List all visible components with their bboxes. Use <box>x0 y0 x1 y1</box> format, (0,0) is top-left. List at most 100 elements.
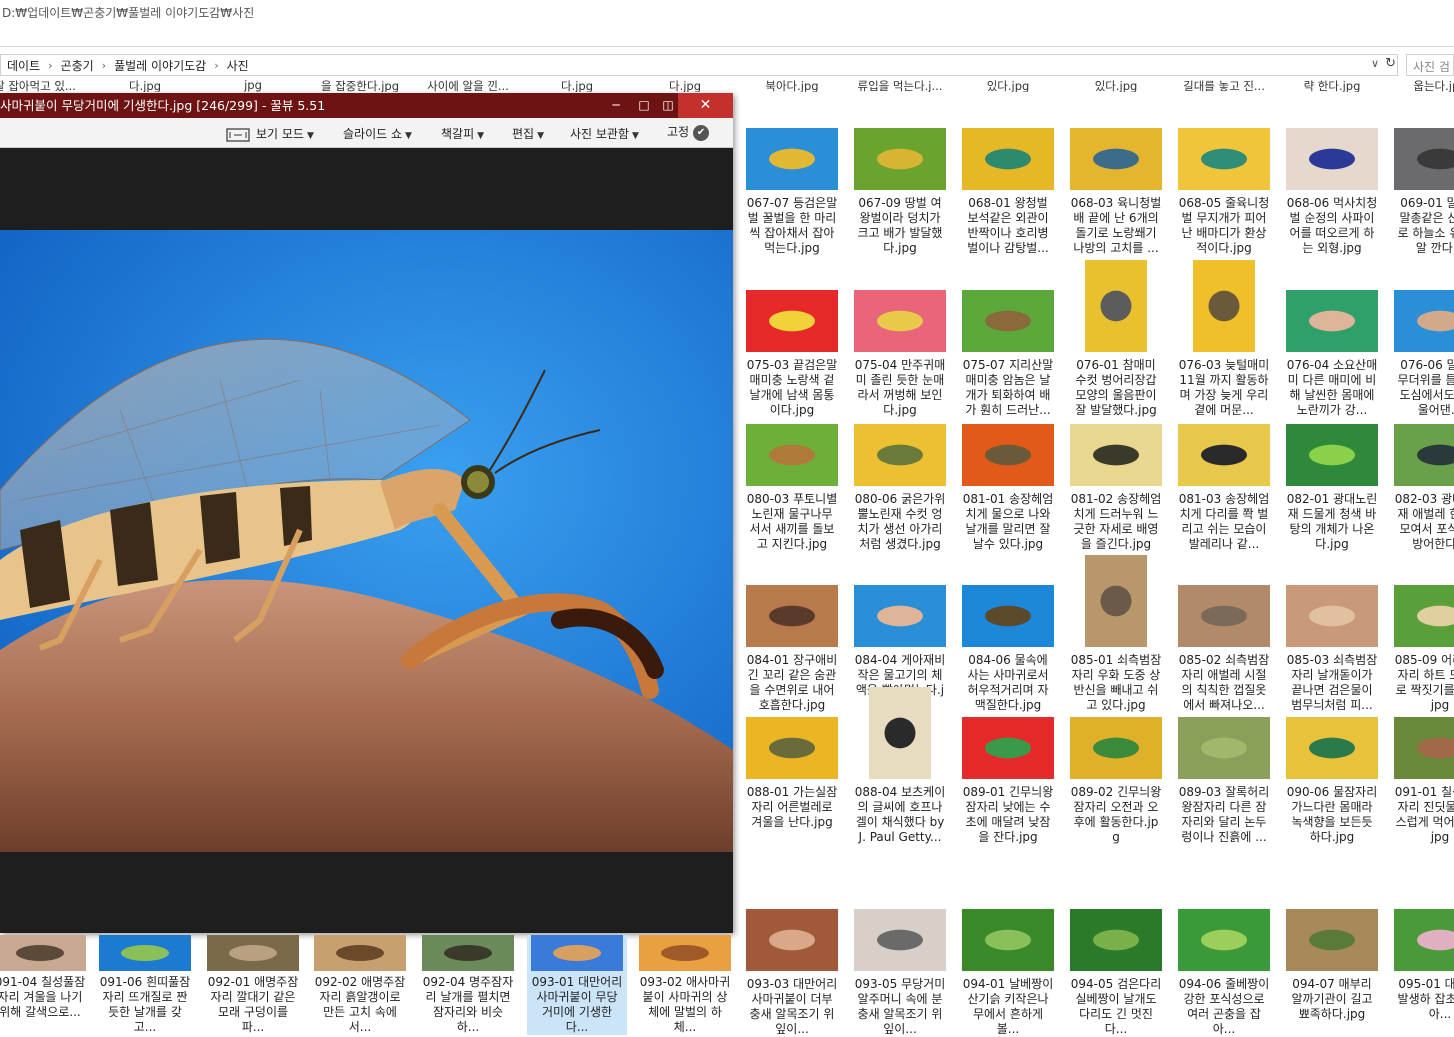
image-thumbnail[interactable] <box>1085 555 1147 647</box>
file-item[interactable]: 068-03 육니청벌 배 끝에 난 6개의 돌기로 노랑쐐기나방의 고치를 .… <box>1066 128 1166 256</box>
file-item[interactable]: 088-04 보츠케이의 글씨에 호프나겔이 채식했다 by J. Paul G… <box>850 687 950 845</box>
file-caption[interactable]: 사이에 알을 낀... <box>418 78 518 92</box>
image-thumbnail[interactable] <box>1178 128 1270 190</box>
image-viewer-window[interactable]: 사마귀붙이 무당거미에 기생한다.jpg [246/299] - 꿀뷰 5.51… <box>0 93 733 933</box>
file-item[interactable]: 093-02 애사마귀붙이 사마귀의 상체에 말벌의 하체... <box>635 935 735 1035</box>
file-caption[interactable]: 북아다.jpg <box>742 78 842 92</box>
file-item[interactable]: 093-01 대만어리사마귀붙이 무당거미에 기생한다... <box>527 935 627 1035</box>
bookmark-menu[interactable]: 책갈피 ▼ <box>441 125 484 142</box>
image-thumbnail[interactable] <box>1085 260 1147 352</box>
photo-box-menu[interactable]: 사진 보관함 ▼ <box>570 125 639 142</box>
image-thumbnail[interactable] <box>1286 424 1378 486</box>
file-item[interactable]: 076-01 참매미 수컷 벙어리장갑 모양의 울음판이 잘 발달했다.jpg <box>1066 260 1166 418</box>
image-thumbnail[interactable] <box>854 290 946 352</box>
file-item[interactable]: 084-01 장구애비 긴 꼬리 같은 숨관을 수면위로 내어 호흡한다.jpg <box>742 585 842 713</box>
file-item[interactable]: 081-03 송장헤엄치게 다리를 쫙 벌리고 쉬는 모습이 발레리나 같... <box>1174 424 1274 552</box>
file-caption[interactable]: 략 한다.jpg <box>1282 78 1382 92</box>
image-thumbnail[interactable] <box>1178 909 1270 971</box>
file-item[interactable]: 085-09 어리장잠자리 하트 모양으로 짝짓기를 한다.jpg <box>1390 585 1454 713</box>
image-thumbnail[interactable] <box>962 424 1054 486</box>
file-item[interactable]: 082-03 광대노린재 애벌레 한데로 모여서 포식자를 방어한다... <box>1390 424 1454 552</box>
file-caption[interactable]: 다.jpg <box>95 78 195 92</box>
image-thumbnail[interactable] <box>1178 585 1270 647</box>
file-item[interactable]: 093-05 무당거미 알주머니 속에 분충새 알목조기 위 잎이... <box>850 909 950 1037</box>
file-item[interactable]: 076-03 늦털매미 11월 까지 활동하며 가장 늦게 우리곁에 머문... <box>1174 260 1274 418</box>
image-thumbnail[interactable] <box>1286 290 1378 352</box>
image-thumbnail[interactable] <box>854 424 946 486</box>
slideshow-menu[interactable]: 슬라이드 쇼 ▼ <box>343 125 412 142</box>
image-thumbnail[interactable] <box>746 424 838 486</box>
image-thumbnail[interactable] <box>314 935 406 971</box>
file-caption[interactable]: 류입을 먹는다.j... <box>850 78 950 92</box>
file-item[interactable]: 094-05 검은다리실베짱이 날개도 다리도 긴 멋진다... <box>1066 909 1166 1037</box>
image-thumbnail[interactable] <box>854 585 946 647</box>
image-thumbnail[interactable] <box>746 717 838 779</box>
file-caption[interactable]: 잘 잡아먹고 있... <box>0 78 85 92</box>
file-item[interactable]: 085-03 쇠측범잠자리 날개돋이가 끝나면 검은물이 범무늬처럼 피... <box>1282 585 1382 713</box>
image-thumbnail[interactable] <box>746 585 838 647</box>
minimize-icon[interactable]: ─ <box>602 93 630 118</box>
file-item[interactable]: 068-01 왕청벌 보석같은 외관이 반짝이나 호리병벌이나 감탕벌... <box>958 128 1058 256</box>
image-thumbnail[interactable] <box>962 909 1054 971</box>
image-thumbnail[interactable] <box>746 290 838 352</box>
image-thumbnail[interactable] <box>1070 717 1162 779</box>
file-item[interactable]: 089-02 긴무늬왕잠자리 오전과 오후에 활동한다.jpg <box>1066 717 1166 845</box>
file-item[interactable]: 075-07 지리산말매미충 암놈은 날개가 퇴화하여 배가 훤히 드러난... <box>958 290 1058 418</box>
file-item[interactable]: 089-01 긴무늬왕잠자리 낮에는 수초에 매달려 낮잠을 잔다.jpg <box>958 717 1058 845</box>
viewer-titlebar[interactable]: 사마귀붙이 무당거미에 기생한다.jpg [246/299] - 꿀뷰 5.51… <box>0 93 733 118</box>
file-item[interactable]: 094-07 매부리 알까기관이 길고 뾰족하다.jpg <box>1282 909 1382 1022</box>
view-mode-menu[interactable]: 보기 모드 ▼ <box>226 125 314 142</box>
file-caption[interactable]: 있다.jpg <box>958 78 1058 92</box>
refresh-icon[interactable]: ↻ <box>1385 56 1396 71</box>
file-item[interactable]: 093-03 대만어리사마귀붙이 더부충새 알목조기 위 잎이... <box>742 909 842 1037</box>
image-thumbnail[interactable] <box>1178 424 1270 486</box>
image-thumbnail[interactable] <box>0 935 86 971</box>
file-item[interactable]: 081-01 송장헤엄치게 물으로 나와 날개를 말리면 잘 날수 있다.jpg <box>958 424 1058 552</box>
file-item[interactable]: 075-03 끝검은말매미충 노랑색 겉날개에 남색 몸통이다.jpg <box>742 290 842 418</box>
file-item[interactable]: 076-04 소요산매미 다른 매미에 비해 날씬한 몸매에 노란끼가 강... <box>1282 290 1382 418</box>
file-item[interactable]: 080-03 푸토니별노린재 물구나무서서 새끼를 돌보고 지킨다.jpg <box>742 424 842 552</box>
file-item[interactable]: 090-06 물잠자리 가느다란 몸매라 녹색향을 보든듯 하다.jpg <box>1282 717 1382 845</box>
image-thumbnail[interactable] <box>531 935 623 971</box>
image-thumbnail[interactable] <box>1286 128 1378 190</box>
breadcrumb-item[interactable]: 데이트 <box>1 57 46 74</box>
file-item[interactable]: 080-06 굵은가위뿔노린재 수컷 엉치가 생선 아가리처럼 생겼다.jpg <box>850 424 950 552</box>
file-item[interactable]: 089-03 잘록허리왕잠자리 다른 잠자리와 달리 논두렁이나 진흙에 ... <box>1174 717 1274 845</box>
image-thumbnail[interactable] <box>962 290 1054 352</box>
file-item[interactable]: 082-01 광대노린재 드물게 청색 바탕의 개체가 나온다.jpg <box>1282 424 1382 552</box>
file-item[interactable]: 092-01 애명주잠자리 깔대기 같은 모래 구덩이를 파... <box>203 935 303 1035</box>
image-thumbnail[interactable] <box>854 909 946 971</box>
image-thumbnail[interactable] <box>99 935 191 971</box>
image-thumbnail[interactable] <box>1394 585 1454 647</box>
breadcrumb-item[interactable]: 사진 <box>221 57 255 74</box>
image-thumbnail[interactable] <box>207 935 299 971</box>
file-item[interactable]: 092-02 애명주잠자리 흙알갱이로 만든 고치 속에서... <box>310 935 410 1035</box>
image-thumbnail[interactable] <box>1286 717 1378 779</box>
image-thumbnail[interactable] <box>1193 260 1255 352</box>
file-caption[interactable]: 다.jpg <box>635 78 735 92</box>
image-thumbnail[interactable] <box>869 687 931 779</box>
image-thumbnail[interactable] <box>962 717 1054 779</box>
file-caption[interactable]: 을 잡중한다.jpg <box>310 78 410 92</box>
file-item[interactable]: 069-01 말발을 말총같은 산란으로 하늘소 유충에 알 깐다... <box>1390 128 1454 256</box>
image-thumbnail[interactable] <box>746 128 838 190</box>
file-item[interactable]: 076-06 말매미 무더위를 틈타 여 도심에서도 에도 울어댄... <box>1390 290 1454 418</box>
image-thumbnail[interactable] <box>854 128 946 190</box>
image-thumbnail[interactable] <box>1394 128 1454 190</box>
file-item[interactable]: 085-02 쇠측범잠자리 애벌레 시절의 칙칙한 껍질옷에서 빠져나오... <box>1174 585 1274 713</box>
file-item[interactable]: 067-09 땅벌 여왕벌이라 덩치가 크고 배가 발달했다.jpg <box>850 128 950 256</box>
address-bar[interactable]: 데이트 › 곤충기 › 풀벌레 이야기도감 › 사진 ∨ ↻ <box>0 54 1398 76</box>
file-item[interactable]: 092-04 명주잠자리 날개를 펼치면 잠자리와 비슷하... <box>418 935 518 1035</box>
file-item[interactable]: 091-04 칠성풀잠자리 겨울을 나기 위해 갈색으로... <box>0 935 90 1020</box>
file-caption[interactable]: 웁는다.jpg <box>1390 78 1454 92</box>
file-item[interactable]: 091-06 흰띠풀잠자리 뜨개질로 짠 듯한 날개를 갖고... <box>95 935 195 1035</box>
fix-button[interactable]: 고정 ✔ <box>667 123 710 141</box>
close-icon[interactable]: ✕ <box>678 93 733 118</box>
file-caption[interactable]: 길대를 놓고 진... <box>1174 78 1274 92</box>
image-thumbnail[interactable] <box>1070 424 1162 486</box>
edit-menu[interactable]: 편집 ▼ <box>512 125 544 142</box>
file-item[interactable]: 075-04 만주귀매미 졸린 듯한 눈매라서 꺼벙해 보인다.jpg <box>850 290 950 418</box>
search-input[interactable]: 사진 검 <box>1406 54 1454 76</box>
file-item[interactable]: 095-01 대 대량발생하 잡초를 잡아... <box>1390 909 1454 1022</box>
address-dropdown-icon[interactable]: ∨ <box>1371 57 1379 70</box>
